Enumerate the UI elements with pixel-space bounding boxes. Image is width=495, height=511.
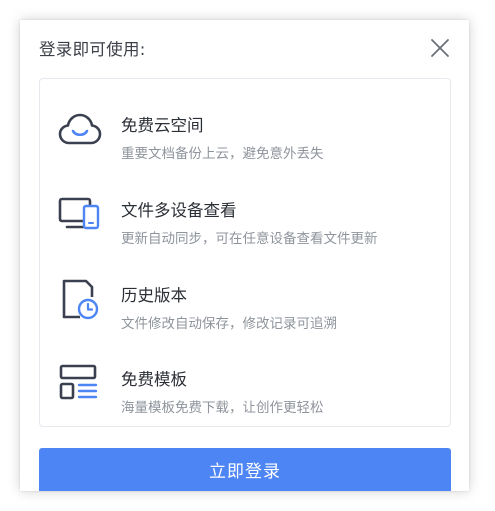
feature-desc: 海量模板免费下载，让创作更轻松	[121, 400, 324, 416]
feature-title: 历史版本	[121, 286, 187, 305]
login-dialog: 登录即可使用: 免费云空间 重要文档备份上云，避免意外丢失 文件多设备查看 更新…	[20, 20, 469, 491]
feature-desc: 文件修改自动保存，修改记录可追溯	[121, 316, 337, 332]
feature-desc: 更新自动同步，可在任意设备查看文件更新	[121, 231, 378, 247]
login-button[interactable]: 立即登录	[39, 448, 451, 491]
multi-device-icon	[58, 193, 102, 237]
feature-title: 免费云空间	[121, 116, 204, 135]
feature-item-template: 免费模板 海量模板免费下载，让创作更轻松	[40, 345, 450, 425]
feature-item-cloud: 免费云空间 重要文档备份上云，避免意外丢失	[40, 91, 450, 171]
feature-title: 文件多设备查看	[121, 201, 237, 220]
cloud-icon	[58, 109, 102, 153]
dialog-title: 登录即可使用:	[39, 40, 146, 59]
feature-title: 免费模板	[121, 370, 187, 389]
feature-desc: 重要文档备份上云，避免意外丢失	[121, 146, 324, 162]
history-icon	[58, 277, 102, 321]
features-panel: 免费云空间 重要文档备份上云，避免意外丢失 文件多设备查看 更新自动同步，可在任…	[39, 78, 451, 427]
close-icon[interactable]	[429, 37, 451, 59]
template-icon	[58, 362, 102, 406]
feature-item-multi-device: 文件多设备查看 更新自动同步，可在任意设备查看文件更新	[40, 176, 450, 256]
feature-item-history: 历史版本 文件修改自动保存，修改记录可追溯	[40, 261, 450, 341]
